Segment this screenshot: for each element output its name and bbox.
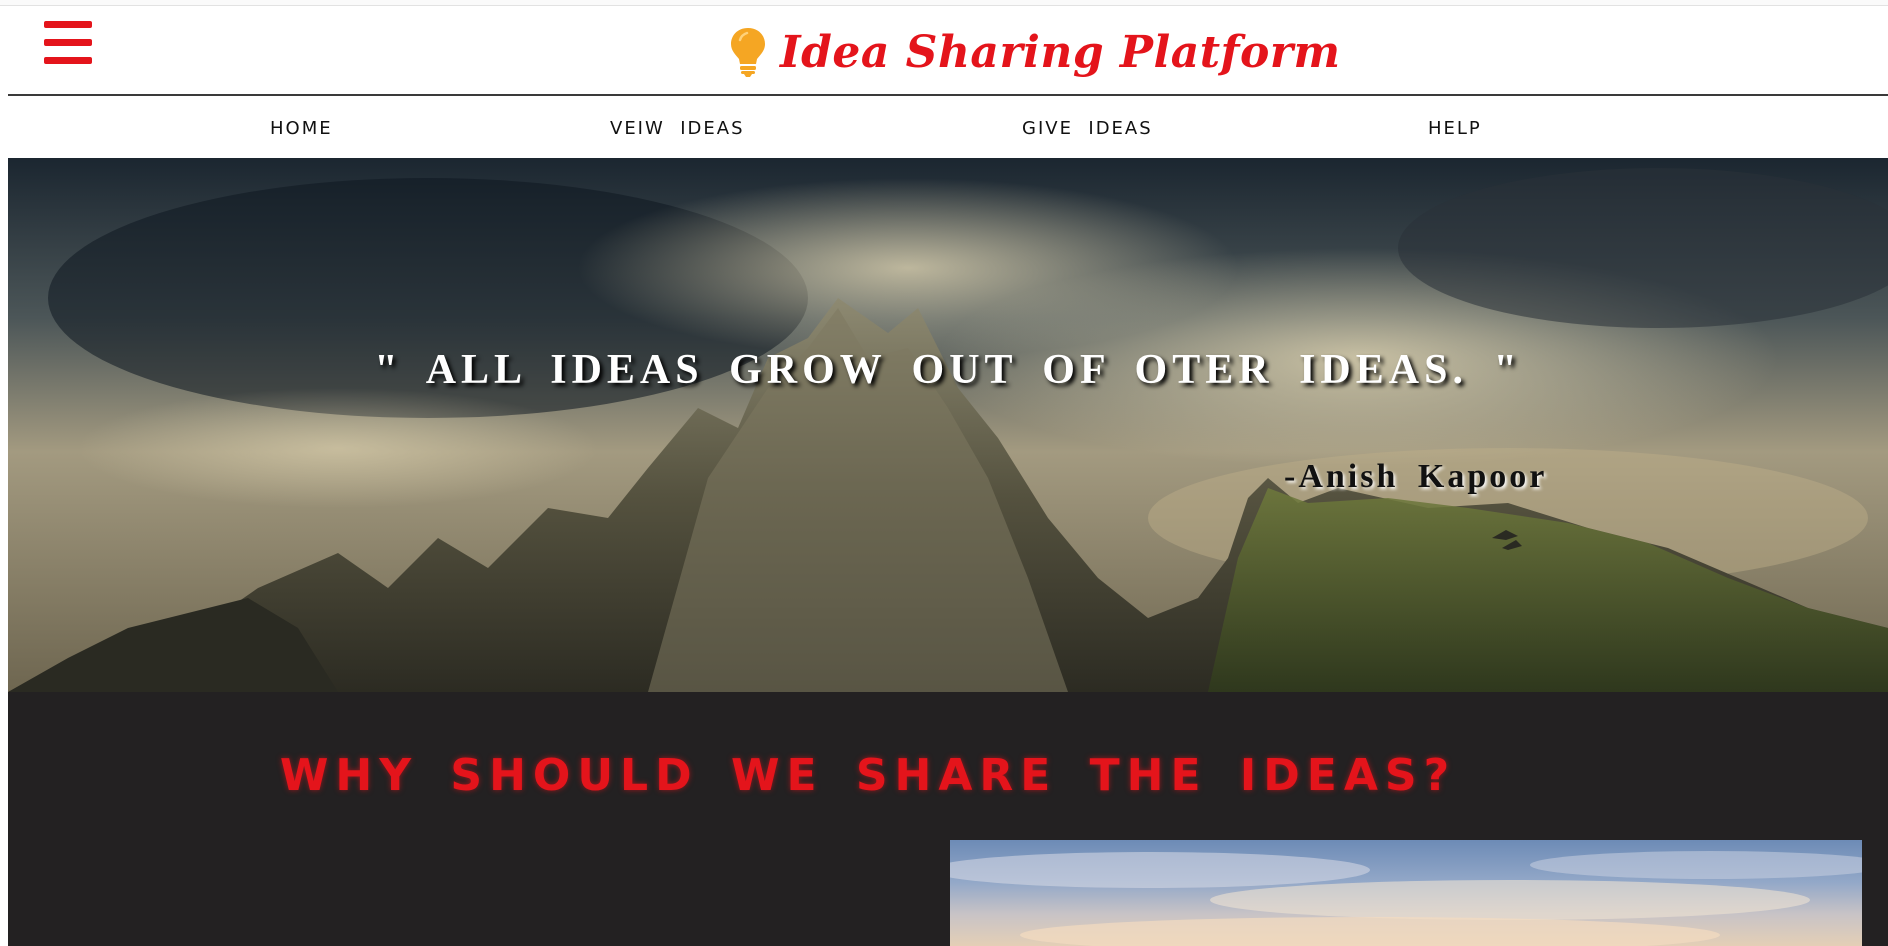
nav-home[interactable]: HOME <box>270 118 333 139</box>
main-nav: HOME VEIW IDEAS GIVE IDEAS HELP <box>8 98 1888 158</box>
menu-bar <box>44 57 92 64</box>
nav-help[interactable]: HELP <box>1428 118 1482 139</box>
menu-bar <box>44 21 92 28</box>
quote-author: -Anish Kapoor <box>1284 458 1548 495</box>
hamburger-menu-icon[interactable] <box>44 21 94 67</box>
section-title: WHY SHOULD WE SHARE THE IDEAS? <box>279 750 1457 801</box>
nav-view-ideas[interactable]: VEIW IDEAS <box>610 118 745 139</box>
hero-banner: " ALL IDEAS GROW OUT OF OTER IDEAS. " -A… <box>8 158 1888 692</box>
mountain-landscape-image <box>8 158 1888 692</box>
lightbulb-icon <box>731 28 765 77</box>
site-header: Idea Sharing Platform <box>8 6 1888 96</box>
menu-bar <box>44 39 92 46</box>
brand[interactable]: Idea Sharing Platform <box>728 22 1341 82</box>
hero-quote: " ALL IDEAS GROW OUT OF OTER IDEAS. " <box>374 347 1522 393</box>
page: Idea Sharing Platform HOME VEIW IDEAS GI… <box>8 6 1888 946</box>
sky-image <box>950 840 1862 946</box>
why-share-section: WHY SHOULD WE SHARE THE IDEAS? <box>8 692 1888 946</box>
site-title: Idea Sharing Platform <box>780 26 1341 78</box>
nav-give-ideas[interactable]: GIVE IDEAS <box>1022 118 1153 139</box>
sky-clouds-image <box>950 851 1862 946</box>
